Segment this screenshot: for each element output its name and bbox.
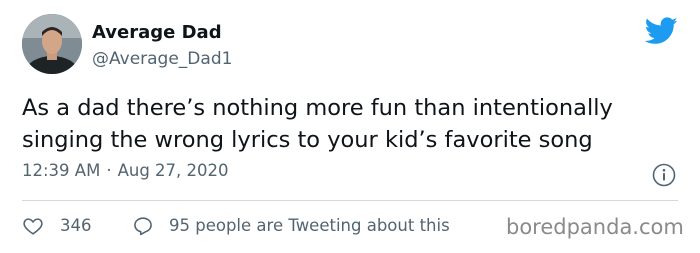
separator-dot: ·	[106, 161, 112, 180]
tweet-date[interactable]: Aug 27, 2020	[118, 161, 229, 180]
reply-bubble-icon[interactable]	[132, 215, 154, 237]
watermark: boredpanda.com	[506, 215, 684, 239]
twitter-bird-icon[interactable]	[645, 17, 678, 45]
tweet-text-line: singing the wrong lyrics to your kid’s f…	[22, 127, 593, 153]
tweet-timestamp[interactable]: 12:39 AM · Aug 27, 2020	[22, 161, 229, 180]
tweet-text: As a dad there’s nothing more fun than i…	[22, 92, 682, 156]
tweet-card: Average Dad @Average_Dad1 As a dad there…	[0, 0, 700, 253]
display-name[interactable]: Average Dad	[92, 22, 222, 43]
tweet-text-line: As a dad there’s nothing more fun than i…	[22, 95, 613, 121]
divider	[22, 200, 678, 201]
tweet-time[interactable]: 12:39 AM	[22, 161, 100, 180]
heart-icon[interactable]	[22, 215, 44, 237]
like-count[interactable]: 346	[60, 216, 92, 235]
user-handle[interactable]: @Average_Dad1	[92, 49, 232, 69]
reply-link[interactable]: 95 people are Tweeting about this	[169, 216, 450, 235]
info-icon[interactable]	[652, 163, 676, 187]
avatar[interactable]	[22, 14, 82, 74]
